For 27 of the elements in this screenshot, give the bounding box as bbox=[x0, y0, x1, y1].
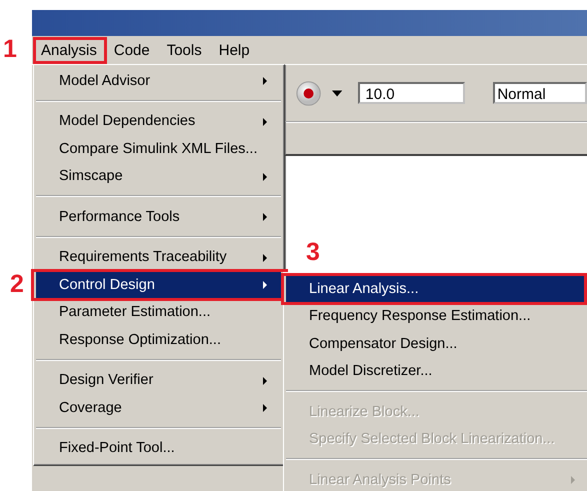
menu-bar-item[interactable]: Analysis bbox=[36, 38, 104, 62]
menu-bar-item[interactable]: Code bbox=[108, 38, 157, 62]
callout-number: 1 bbox=[3, 37, 17, 62]
callout-number: 3 bbox=[306, 240, 320, 265]
menu-item[interactable]: Model Discretizer... bbox=[286, 358, 587, 385]
callout-number: 2 bbox=[10, 272, 24, 297]
menu-item[interactable]: Simscape bbox=[36, 162, 281, 190]
menu-item[interactable]: Model Advisor bbox=[36, 67, 281, 94]
menu-item[interactable]: Compare Simulink XML Files... bbox=[36, 135, 281, 162]
record-icon[interactable] bbox=[296, 80, 322, 106]
menu-item[interactable]: Performance Tools bbox=[36, 203, 281, 230]
menu-item[interactable]: Design Verifier bbox=[36, 366, 281, 394]
menu-item[interactable]: Control Design bbox=[36, 271, 281, 298]
menu-item[interactable]: Fixed-Point Tool... bbox=[36, 434, 281, 462]
menu-bar-item[interactable]: Tools bbox=[162, 38, 209, 62]
simulation-mode-dropdown[interactable]: Normal bbox=[493, 82, 587, 104]
menu-item[interactable]: Requirements Traceability bbox=[36, 244, 281, 271]
menu-item[interactable]: Coverage bbox=[36, 394, 281, 422]
menu-item[interactable]: Parameter Estimation... bbox=[36, 298, 281, 326]
menu-item[interactable]: Linear Analysis... bbox=[286, 275, 587, 302]
menu-item[interactable]: Frequency Response Estimation... bbox=[286, 302, 587, 330]
menu-bar-item[interactable]: Help bbox=[214, 38, 257, 62]
dropdown-arrow-icon[interactable] bbox=[332, 90, 342, 96]
menu-item[interactable]: Response Optimization... bbox=[36, 326, 281, 354]
menu-item[interactable]: Compensator Design... bbox=[286, 330, 587, 358]
stop-time-field[interactable]: 10.0 bbox=[358, 82, 466, 104]
menu-item[interactable]: Model Dependencies bbox=[36, 108, 281, 135]
